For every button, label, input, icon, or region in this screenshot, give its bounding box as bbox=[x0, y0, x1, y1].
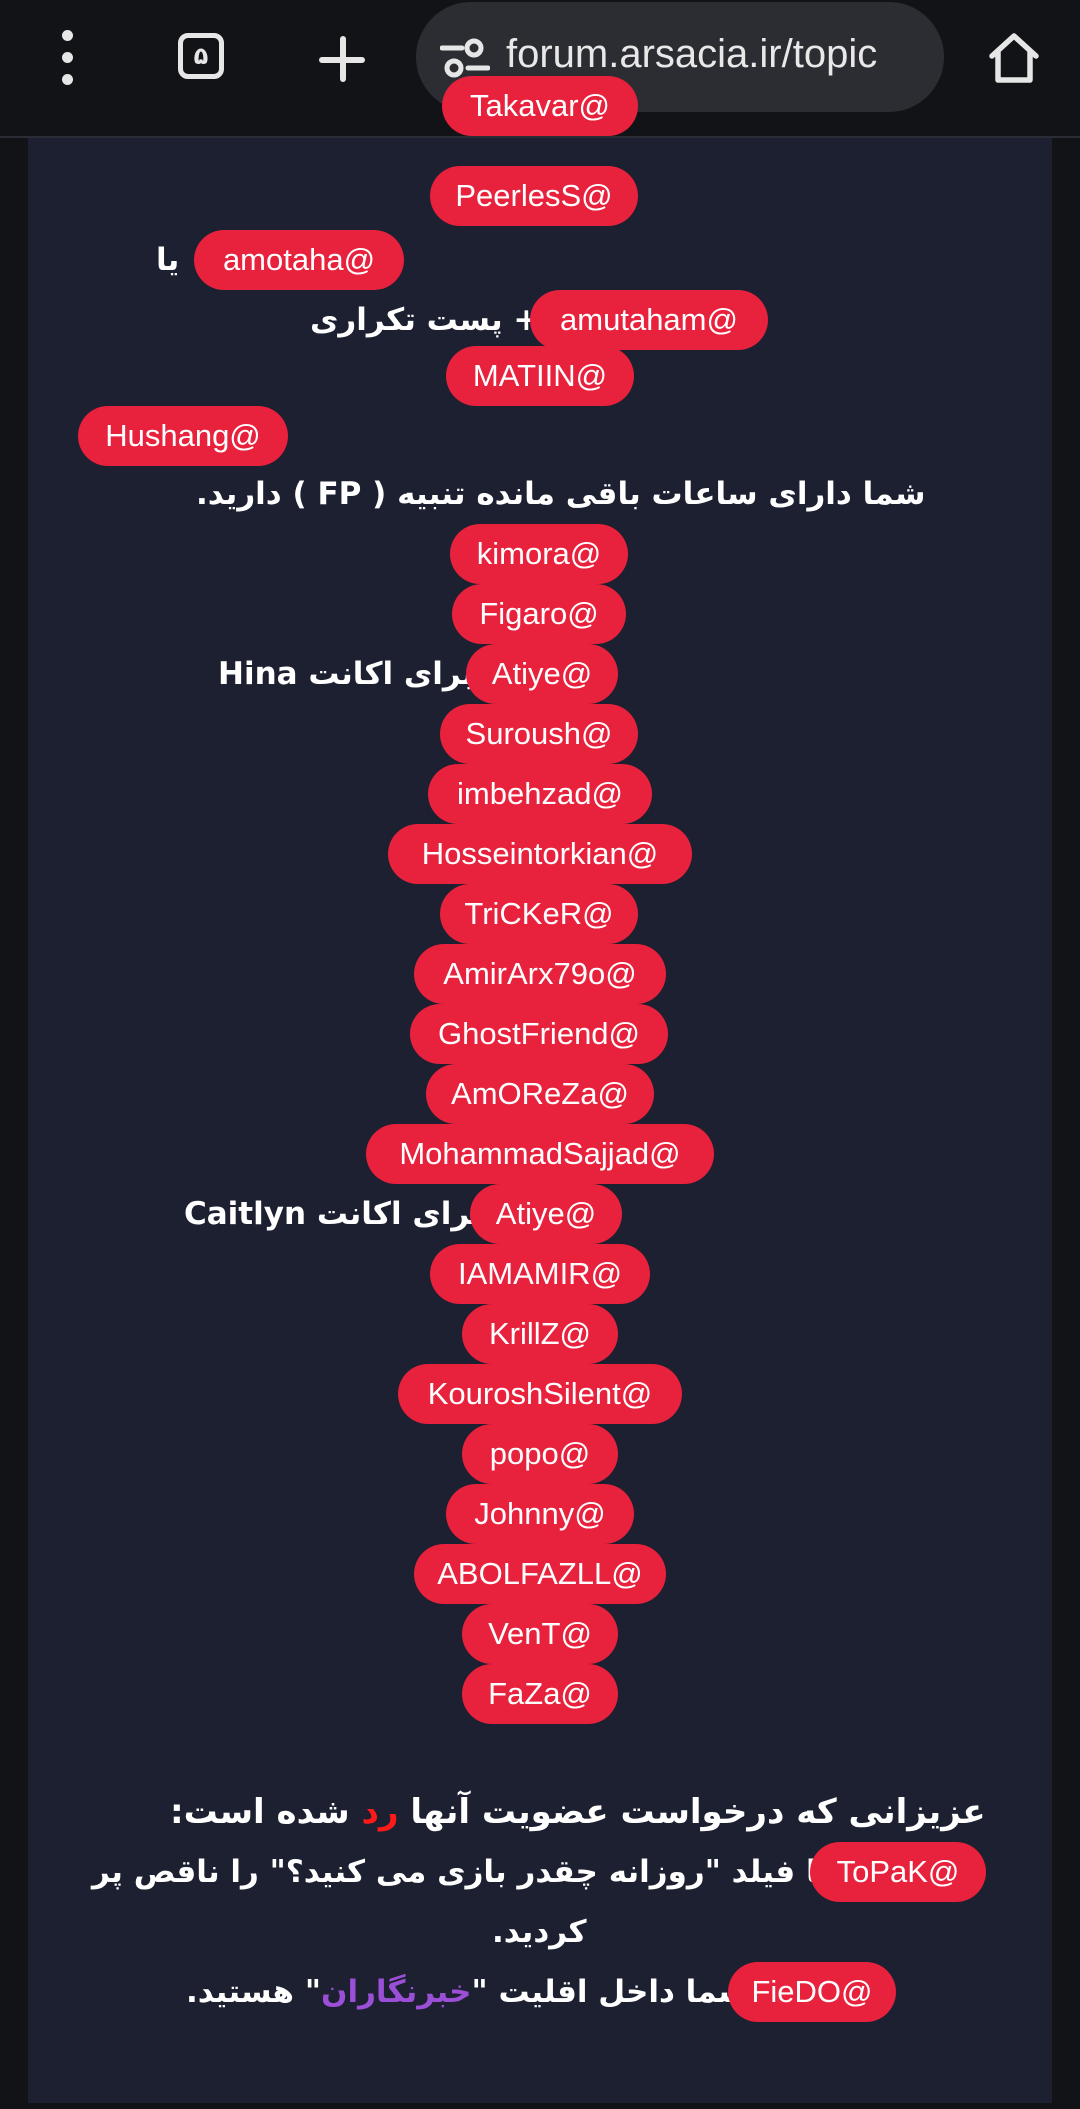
mention-chip[interactable]: Atiye@ bbox=[466, 644, 618, 704]
more-options-icon[interactable] bbox=[42, 28, 94, 88]
mention-chip[interactable]: popo@ bbox=[462, 1424, 618, 1484]
list-item: popo@ bbox=[0, 1424, 1080, 1484]
mention-chip[interactable]: FieDO@ bbox=[728, 1962, 896, 2022]
mention-chip[interactable]: Suroush@ bbox=[440, 704, 638, 764]
mention-chip[interactable]: amutaham@ bbox=[530, 290, 768, 350]
list-item: KouroshSilent@ bbox=[0, 1364, 1080, 1424]
list-item: شما داخل اقلیت "خبرنگاران" هستید. FieDO@ bbox=[0, 1962, 1080, 2022]
list-item: GhostFriend@ bbox=[0, 1004, 1080, 1064]
list-item: Johnny@ bbox=[0, 1484, 1080, 1544]
row-note: برای اکانت Caitlyn bbox=[184, 1196, 483, 1232]
list-item: KrillZ@ bbox=[0, 1304, 1080, 1364]
list-item: PeerlesS@ bbox=[0, 166, 1080, 226]
list-item: Hushang@ bbox=[0, 406, 1080, 466]
row-note: برای اکانت Hina bbox=[218, 656, 474, 692]
list-item: شما دارای ساعات باقی مانده تنبیه ( FP ) … bbox=[0, 464, 1080, 524]
list-item: imbehzad@ bbox=[0, 764, 1080, 824]
mention-chip[interactable]: FaZa@ bbox=[462, 1664, 618, 1724]
fp-notice: شما دارای ساعات باقی مانده تنبیه ( FP ) … bbox=[196, 476, 926, 512]
list-item: IAMAMIR@ bbox=[0, 1244, 1080, 1304]
list-item: + پست تکراری amutaham@ bbox=[0, 290, 1080, 350]
list-item: MATIIN@ bbox=[0, 346, 1080, 406]
mention-chip[interactable]: AmirArx79o@ bbox=[414, 944, 666, 1004]
list-item: AmirArx79o@ bbox=[0, 944, 1080, 1004]
list-item: Hosseintorkian@ bbox=[0, 824, 1080, 884]
list-item: AmOReZa@ bbox=[0, 1064, 1080, 1124]
tab-switcher-button[interactable]: ۵ bbox=[178, 33, 224, 79]
list-item: Suroush@ bbox=[0, 704, 1080, 764]
mention-chip[interactable]: VenT@ bbox=[462, 1604, 618, 1664]
mention-chip[interactable]: imbehzad@ bbox=[428, 764, 652, 824]
mention-chip[interactable]: ABOLFAZLL@ bbox=[414, 1544, 666, 1604]
mention-chip[interactable]: TriCKeR@ bbox=[440, 884, 638, 944]
mention-chip[interactable]: IAMAMIR@ bbox=[430, 1244, 650, 1304]
mention-chip[interactable]: PeerlesS@ bbox=[430, 166, 638, 226]
list-item: یا amotaha@ bbox=[0, 230, 1080, 290]
rejected-heading-post: شده است: bbox=[170, 1792, 362, 1832]
mention-chip[interactable]: AmOReZa@ bbox=[426, 1064, 654, 1124]
list-item: Figaro@ bbox=[0, 584, 1080, 644]
row-note: + پست تکراری bbox=[310, 302, 540, 338]
mention-chip[interactable]: Takavar@ bbox=[442, 76, 638, 136]
list-item: ABOLFAZLL@ bbox=[0, 1544, 1080, 1604]
list-item: کردید. bbox=[0, 1902, 1080, 1962]
topak-reason: شما فیلد "روزانه چقدر بازی می کنید؟" را … bbox=[92, 1854, 869, 1890]
mention-chip[interactable]: Johnny@ bbox=[446, 1484, 634, 1544]
topak-reason-cont: کردید. bbox=[492, 1914, 587, 1950]
row-note: یا bbox=[156, 242, 180, 278]
list-item: برای اکانت Caitlyn Atiye@ bbox=[0, 1184, 1080, 1244]
mention-chip[interactable]: KouroshSilent@ bbox=[398, 1364, 682, 1424]
mention-chip[interactable]: MATIIN@ bbox=[446, 346, 634, 406]
rejected-word: رد bbox=[361, 1792, 399, 1832]
list-item: Takavar@ bbox=[0, 76, 1080, 166]
url-text[interactable]: forum.arsacia.ir/topic bbox=[506, 32, 926, 77]
list-item: MohammadSajjad@ bbox=[0, 1124, 1080, 1184]
minority-word: خبرنگاران bbox=[320, 1974, 472, 2010]
rejected-heading: عزیزانی که درخواست عضویت آنها رد شده است… bbox=[0, 1782, 1080, 1842]
site-settings-icon[interactable] bbox=[440, 38, 490, 78]
mention-chip[interactable]: kimora@ bbox=[450, 524, 628, 584]
list-item: kimora@ bbox=[0, 524, 1080, 584]
mention-chip[interactable]: Figaro@ bbox=[452, 584, 626, 644]
fiedo-reason-pre: شما داخل اقلیت " bbox=[471, 1974, 749, 2010]
mention-chip[interactable]: GhostFriend@ bbox=[410, 1004, 668, 1064]
mention-chip[interactable]: Hosseintorkian@ bbox=[388, 824, 692, 884]
rejected-heading-pre: عزیزانی که درخواست عضویت آنها bbox=[398, 1792, 986, 1832]
mention-chip[interactable]: MohammadSajjad@ bbox=[366, 1124, 714, 1184]
list-item: VenT@ bbox=[0, 1604, 1080, 1664]
fiedo-reason: شما داخل اقلیت "خبرنگاران" هستید. bbox=[186, 1962, 749, 2022]
mention-chip[interactable]: Atiye@ bbox=[470, 1184, 622, 1244]
mention-chip[interactable]: amotaha@ bbox=[194, 230, 404, 290]
list-item: برای اکانت Hina Atiye@ bbox=[0, 644, 1080, 704]
home-icon[interactable] bbox=[986, 30, 1042, 86]
mention-chip[interactable]: Hushang@ bbox=[78, 406, 288, 466]
list-item: شما فیلد "روزانه چقدر بازی می کنید؟" را … bbox=[0, 1842, 1080, 1902]
list-item: FaZa@ bbox=[0, 1664, 1080, 1724]
new-tab-icon[interactable] bbox=[316, 32, 368, 84]
mention-chip[interactable]: KrillZ@ bbox=[462, 1304, 618, 1364]
fiedo-reason-post: " هستید. bbox=[186, 1974, 321, 2010]
mention-chip[interactable]: ToPaK@ bbox=[810, 1842, 986, 1902]
list-item: TriCKeR@ bbox=[0, 884, 1080, 944]
